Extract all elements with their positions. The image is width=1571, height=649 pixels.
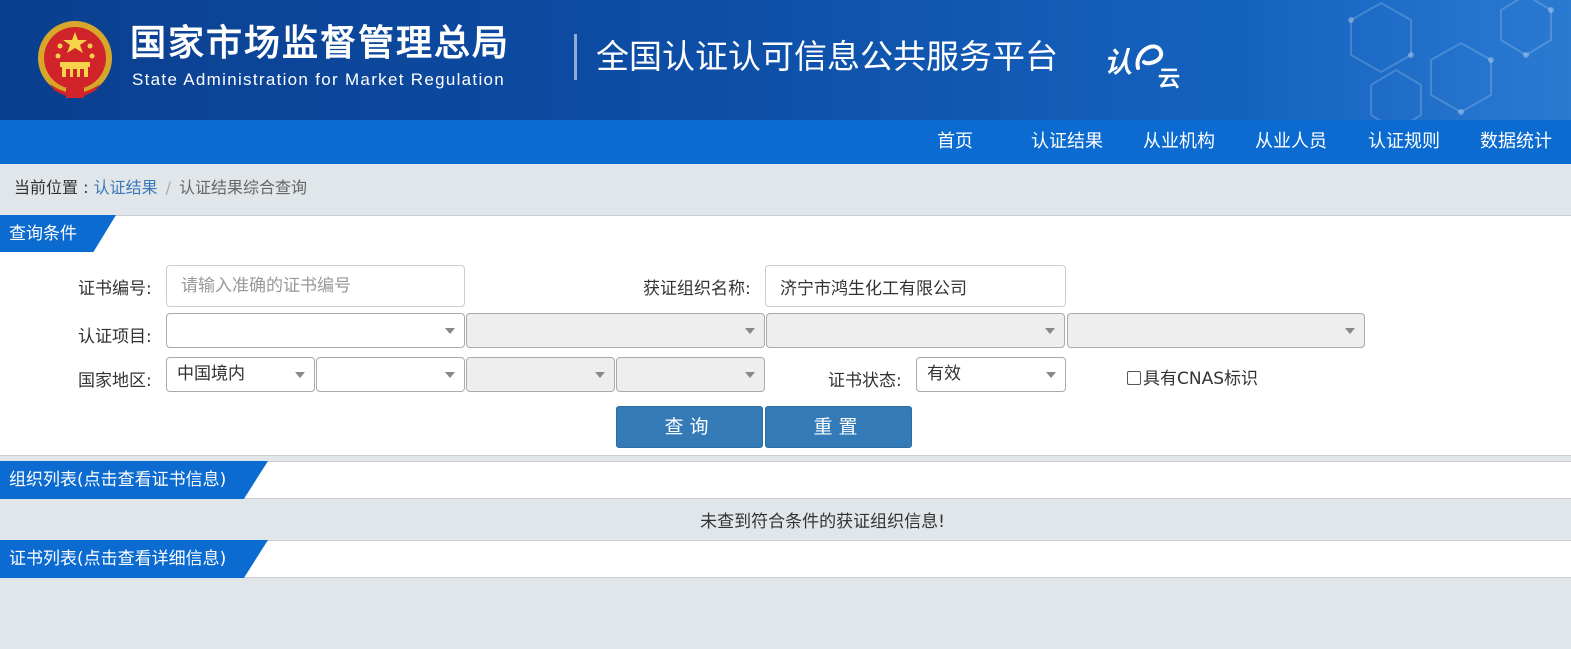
breadcrumb: 当前位置 : 认证结果 / 认证结果综合查询 (14, 174, 307, 198)
chevron-down-icon (445, 372, 455, 378)
project-label: 认证项目: (78, 327, 152, 347)
org-list-empty-message: 未查到符合条件的获证组织信息! (700, 512, 945, 532)
region-select-country-value: 中国境内 (177, 364, 245, 384)
chevron-down-icon (1046, 372, 1056, 378)
reset-button[interactable]: 重置 (765, 406, 912, 448)
chevron-down-icon (1345, 328, 1355, 334)
status-label: 证书状态: (828, 371, 902, 391)
cnas-checkbox-label: 具有CNAS标识 (1143, 369, 1259, 389)
nav-item-home[interactable]: 首页 (937, 120, 973, 164)
site-header: 国家市场监督管理总局 State Administration for Mark… (0, 0, 1571, 120)
agency-name-en: State Administration for Market Regulati… (132, 70, 506, 89)
org-list-section-bar: 组织列表(点击查看证书信息) (0, 461, 1571, 499)
chevron-down-icon (745, 328, 755, 334)
platform-title: 全国认证认可信息公共服务平台 (596, 37, 1058, 76)
nav-item-institutions[interactable]: 从业机构 (1143, 120, 1215, 164)
national-emblem-icon (38, 21, 112, 98)
header-divider (574, 34, 577, 80)
project-select-1[interactable] (166, 313, 465, 348)
chevron-down-icon (295, 372, 305, 378)
hexagon-pattern-decoration (1348, 0, 1554, 120)
cert-list-section-bar: 证书列表(点击查看详细信息) (0, 540, 1571, 578)
region-select-city[interactable] (466, 357, 615, 392)
cert-no-label: 证书编号: (78, 279, 152, 299)
project-select-2[interactable] (466, 313, 765, 348)
agency-name-cn: 国家市场监督管理总局 (130, 23, 511, 64)
breadcrumb-current: 认证结果综合查询 (178, 178, 307, 197)
org-name-label: 获证组织名称: (643, 279, 751, 299)
cnas-checkbox[interactable] (1127, 371, 1141, 385)
region-label: 国家地区: (78, 371, 152, 391)
region-select-province[interactable] (316, 357, 465, 392)
chevron-down-icon (595, 372, 605, 378)
chevron-down-icon (745, 372, 755, 378)
status-select[interactable]: 有效 (916, 357, 1066, 392)
svg-text:认: 认 (1104, 46, 1132, 79)
search-button[interactable]: 查询 (616, 406, 763, 448)
cert-no-input[interactable] (166, 265, 465, 307)
chevron-down-icon (1045, 328, 1055, 334)
nav-item-cert-rules[interactable]: 认证规则 (1368, 120, 1440, 164)
nav-item-statistics[interactable]: 数据统计 (1480, 120, 1552, 164)
org-list-section-title: 组织列表(点击查看证书信息) (0, 461, 268, 499)
breadcrumb-separator: / (165, 178, 171, 197)
region-select-district[interactable] (616, 357, 765, 392)
org-name-input[interactable] (765, 265, 1066, 307)
project-select-4[interactable] (1067, 313, 1365, 348)
project-select-3[interactable] (766, 313, 1065, 348)
chevron-down-icon (445, 328, 455, 334)
query-section-title: 查询条件 (0, 215, 116, 253)
cnas-checkbox-wrap[interactable]: 具有CNAS标识 (1127, 364, 1258, 389)
query-section-bar: 查询条件 (0, 215, 1571, 253)
main-nav: 首页 认证结果 从业机构 从业人员 认证规则 数据统计 (0, 120, 1571, 164)
query-form: 证书编号: 获证组织名称: 认证项目: 国家地区: 中国境内 证书状态: 有效 (0, 252, 1571, 456)
nav-item-practitioners[interactable]: 从业人员 (1255, 120, 1327, 164)
renyun-logo-icon: 认 云 (1104, 44, 1180, 90)
cert-list-section-title: 证书列表(点击查看详细信息) (0, 540, 268, 578)
breadcrumb-prefix: 当前位置 : (14, 178, 94, 197)
status-select-value: 有效 (927, 364, 961, 384)
svg-text:云: 云 (1158, 67, 1180, 90)
region-select-country[interactable]: 中国境内 (166, 357, 315, 392)
nav-item-cert-results[interactable]: 认证结果 (1031, 120, 1103, 164)
breadcrumb-link-cert-results[interactable]: 认证结果 (94, 178, 158, 197)
